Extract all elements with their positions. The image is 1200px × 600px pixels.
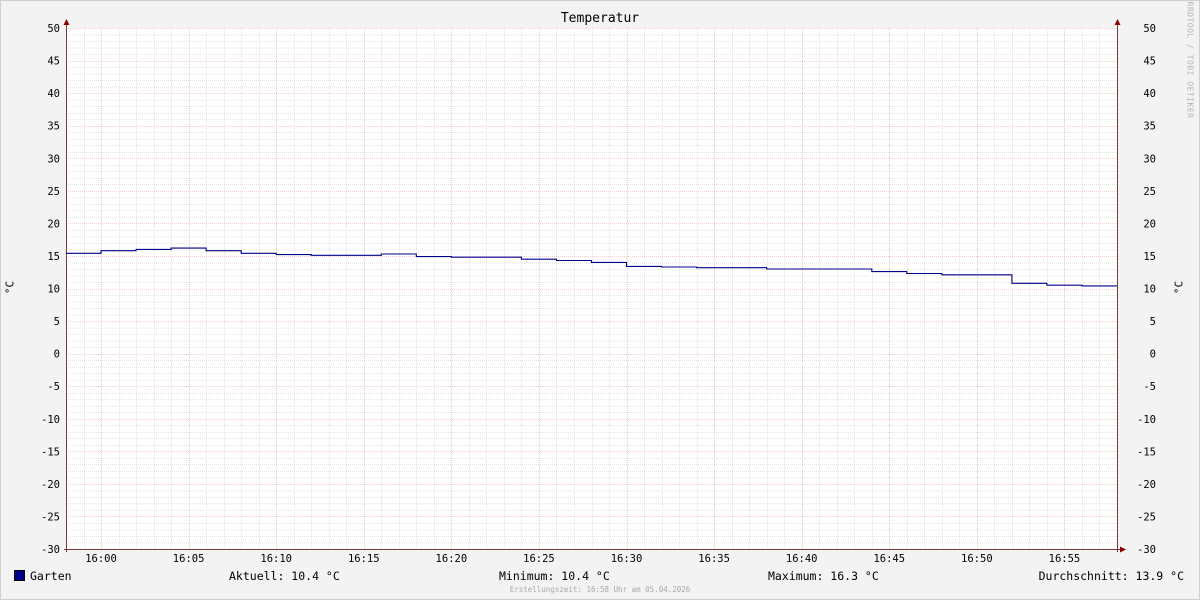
x-tick-label: 16:40 [786,553,818,565]
y-tick-label-left: 40 [47,88,60,100]
y-tick-label-left: -10 [41,414,60,426]
legend: Garten Aktuell: 10.4 °C Minimum: 10.4 °C… [0,569,1200,583]
x-tick-label: 16:45 [873,553,905,565]
x-tick-label: 16:15 [348,553,380,565]
y-tick-label-right: 30 [1143,153,1156,165]
legend-current: Aktuell: 10.4 °C [229,569,340,583]
y-tick-label-right: 5 [1150,316,1156,328]
chart-plot: 50 5045 4540 4035 3530 3025 2520 2015 1510 105 50 0… [41,19,1156,565]
y-tick-label-left: 15 [47,251,60,263]
y-tick-label-right: 20 [1143,218,1156,230]
y-tick-label-right: -20 [1137,479,1156,491]
x-tick-label: 16:50 [961,553,993,565]
y-tick-label-left: -15 [41,446,60,458]
y-tick-label-left: -5 [47,381,60,393]
y-tick-label-right: -10 [1137,414,1156,426]
y-tick-label-right: 0 [1150,349,1156,361]
x-tick-label: 16:30 [611,553,643,565]
x-tick-label: 16:05 [173,553,205,565]
y-tick-label-right: 15 [1143,251,1156,263]
y-tick-label-right: 45 [1143,56,1156,68]
footer-timestamp: Erstellungszeit: 16:58 Uhr am 05.04.2026 [509,585,691,594]
x-tick-label: 16:25 [523,553,555,565]
x-tick-label: 16:20 [436,553,468,565]
x-tick-label: 16:10 [260,553,292,565]
y-axis-left-arrow [63,19,70,25]
y-tick-label-right: -5 [1143,381,1156,393]
x-tick-label: 16:35 [698,553,730,565]
y-tick-label-left: 35 [47,121,60,133]
x-tick-label: 16:00 [85,553,117,565]
y-tick-label-left: 10 [47,284,60,296]
y-tick-label-left: 20 [47,218,60,230]
y-tick-label-left: 0 [54,349,60,361]
y-tick-label-right: 25 [1143,186,1156,198]
y-tick-label-right: 35 [1143,121,1156,133]
y-tick-label-right: -25 [1137,511,1156,523]
y-tick-label-left: -20 [41,479,60,491]
legend-average: Durchschnitt: 13.9 °C [1038,569,1184,583]
y-tick-label-left: -25 [41,511,60,523]
y-tick-label-left: 25 [47,186,60,198]
y-tick-label-right: -30 [1137,544,1156,556]
y-tick-label-right: -15 [1137,446,1156,458]
y-tick-label-right: 40 [1143,88,1156,100]
legend-minimum: Minimum: 10.4 °C [499,569,610,583]
y-axis-right-arrow [1114,19,1121,25]
legend-series-name: Garten [30,569,72,583]
y-tick-label-left: -30 [41,544,60,556]
y-tick-label-right: 10 [1143,284,1156,296]
x-axis-arrow [1120,546,1126,553]
y-tick-label-left: 50 [47,23,60,35]
y-tick-label-left: 45 [47,56,60,68]
legend-maximum: Maximum: 16.3 °C [768,569,879,583]
y-tick-label-left: 30 [47,153,60,165]
y-tick-label-left: 5 [54,316,60,328]
y-tick-label-right: 50 [1143,23,1156,35]
x-tick-label: 16:55 [1049,553,1081,565]
